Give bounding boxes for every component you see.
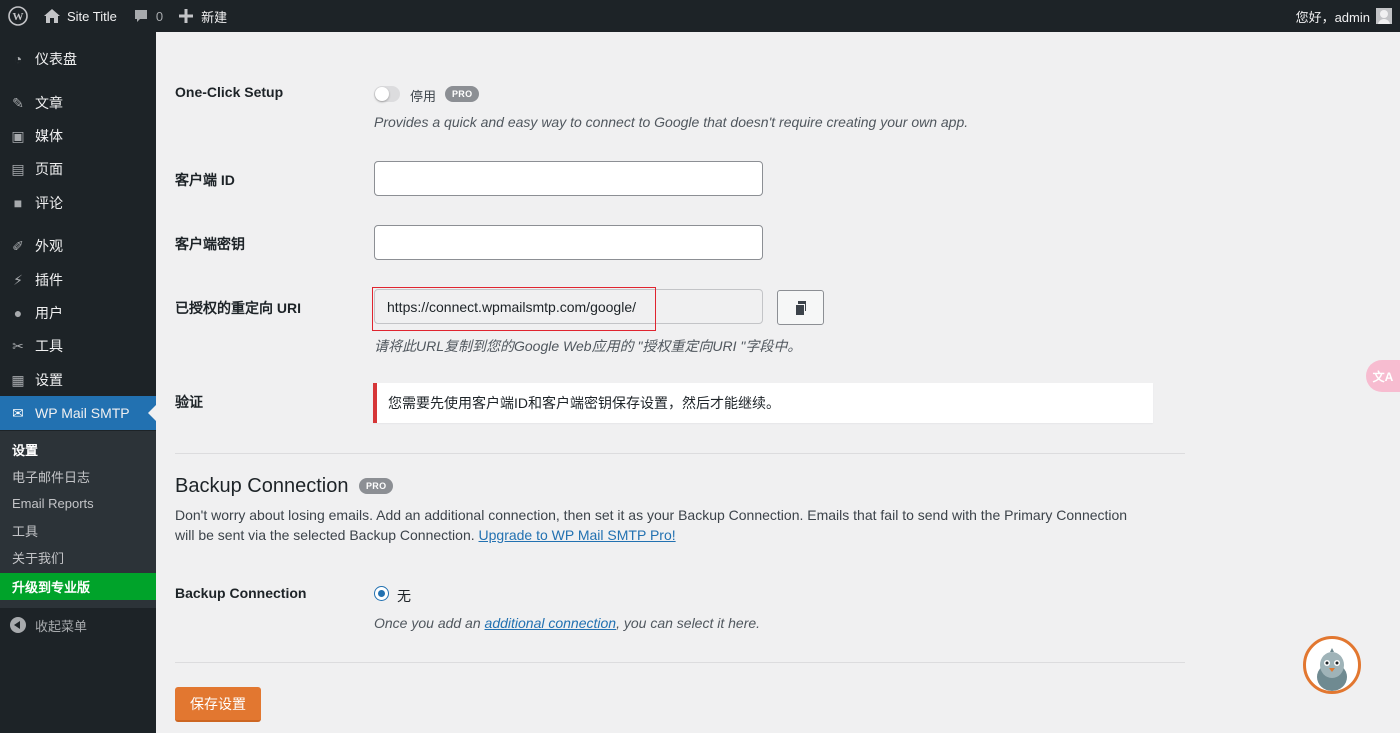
brush-icon: ✐: [12, 237, 24, 254]
wordpress-logo-icon[interactable]: W: [1, 0, 35, 32]
highlight-box: [372, 287, 656, 331]
save-settings-button[interactable]: 保存设置: [175, 687, 261, 722]
collapse-menu-button[interactable]: 收起菜单: [0, 610, 156, 640]
client-secret-input[interactable]: [374, 225, 763, 260]
mail-icon: ✉: [12, 404, 24, 421]
copy-uri-button[interactable]: [777, 290, 824, 325]
wrench-icon: ✂: [12, 337, 24, 354]
user-icon: ●: [13, 305, 23, 321]
submenu-settings[interactable]: 设置: [0, 436, 156, 463]
menu-label: 设置: [35, 372, 63, 388]
toggle-state-label: 停用: [410, 89, 437, 104]
home-icon: [44, 9, 60, 23]
menu-label: 页面: [35, 161, 63, 177]
backup-hint: Once you add an additional connection, y…: [374, 615, 760, 631]
menu-label: 仪表盘: [35, 51, 77, 67]
submenu-email-log[interactable]: 电子邮件日志: [0, 463, 156, 490]
settings-content: One-Click Setup 停用 PRO Provides a quick …: [156, 32, 1400, 733]
redirect-uri-description: 请将此URL复制到您的Google Web应用的 "授权重定向URI "字段中。: [374, 338, 802, 354]
site-title: Site Title: [67, 8, 117, 24]
backup-description-line2: will be sent via the selected Backup Con…: [175, 525, 1175, 545]
menu-wp-mail-smtp[interactable]: ✉ WP Mail SMTP: [0, 396, 156, 430]
plugin-icon: ⚡: [13, 271, 23, 288]
settings-icon: ▦: [11, 371, 25, 388]
redirect-uri-label: 已授权的重定向 URI: [175, 300, 301, 316]
menu-pages[interactable]: ▤ 页面: [0, 152, 156, 186]
menu-comments[interactable]: ■ 评论: [0, 186, 156, 220]
backup-section-title: Backup Connection: [175, 475, 349, 497]
section-divider: [175, 662, 1185, 663]
media-icon: ▣: [11, 127, 25, 144]
menu-label: 插件: [35, 272, 63, 288]
backup-description: Don't worry about losing emails. Add an …: [175, 505, 1175, 545]
backup-description-line1: Don't worry about losing emails. Add an …: [175, 507, 1128, 523]
backup-description-text: will be sent via the selected Backup Con…: [175, 527, 475, 543]
section-divider: [175, 453, 1185, 454]
submenu-upgrade-pro[interactable]: 升级到专业版: [0, 573, 156, 600]
site-title-link[interactable]: Site Title: [35, 0, 125, 32]
menu-posts[interactable]: ✎ 文章: [0, 86, 156, 120]
comment-bubble-icon: [134, 10, 147, 22]
one-click-setup-label: One-Click Setup: [175, 84, 284, 100]
menu-users[interactable]: ● 用户: [0, 296, 156, 330]
menu-label: 外观: [35, 238, 63, 254]
menu-plugins[interactable]: ⚡ 插件: [0, 263, 156, 297]
client-secret-label: 客户端密钥: [175, 236, 245, 252]
admin-sidebar: ◔ 仪表盘 ✎ 文章 ▣ 媒体 ▤ 页面 ■ 评论 ✐ 外观 ⚡ 插件 ● 用户…: [0, 32, 156, 733]
menu-media[interactable]: ▣ 媒体: [0, 119, 156, 153]
pin-icon: ✎: [12, 94, 24, 111]
backup-hint-suffix: , you can select it here.: [616, 615, 761, 631]
dashboard-icon: ◔: [13, 51, 23, 67]
client-id-label: 客户端 ID: [175, 172, 235, 188]
page-icon: ▤: [11, 160, 25, 177]
submenu-email-reports[interactable]: Email Reports: [0, 490, 156, 517]
additional-connection-link[interactable]: additional connection: [485, 615, 617, 631]
submenu-about-us[interactable]: 关于我们: [0, 544, 156, 571]
menu-tools[interactable]: ✂ 工具: [0, 329, 156, 363]
auth-error-notice: 您需要先使用客户端ID和客户端密钥保存设置，然后才能继续。: [373, 383, 1153, 423]
comments-link[interactable]: 0: [125, 0, 171, 32]
translate-icon[interactable]: 文A: [1366, 360, 1400, 392]
menu-label: WP Mail SMTP: [35, 405, 130, 421]
new-content-link[interactable]: 新建: [171, 0, 235, 32]
backup-hint-prefix: Once you add an: [374, 615, 481, 631]
my-account-link[interactable]: 您好，admin: [1288, 0, 1400, 32]
greeting: 您好，admin: [1295, 9, 1370, 25]
menu-label: 工具: [35, 338, 63, 354]
comment-icon: ■: [13, 195, 23, 211]
pigeon-mascot-icon[interactable]: [1303, 636, 1361, 694]
menu-label: 评论: [35, 195, 63, 211]
avatar: [1376, 8, 1392, 24]
menu-label: 文章: [35, 95, 63, 111]
admin-bar: W Site Title 0 新建 您好，admin: [0, 0, 1400, 32]
menu-label: 媒体: [35, 128, 63, 144]
menu-settings[interactable]: ▦ 设置: [0, 363, 156, 397]
backup-none-radio[interactable]: [374, 586, 389, 601]
one-click-description: Provides a quick and easy way to connect…: [374, 114, 969, 130]
auth-label: 验证: [175, 394, 203, 410]
svg-text:W: W: [13, 11, 24, 23]
one-click-setup-toggle[interactable]: [374, 86, 400, 102]
pro-badge: PRO: [445, 86, 480, 102]
copy-icon: [794, 301, 807, 316]
auth-notice-text: 您需要先使用客户端ID和客户端密钥保存设置，然后才能继续。: [388, 395, 780, 411]
submenu-tools[interactable]: 工具: [0, 517, 156, 544]
collapse-menu-label: 收起菜单: [35, 618, 88, 634]
collapse-arrow-icon: [10, 617, 26, 633]
comments-count: 0: [155, 8, 164, 24]
backup-pro-badge: PRO: [359, 478, 394, 494]
plus-icon: [179, 9, 194, 23]
menu-label: 用户: [35, 305, 63, 321]
menu-appearance[interactable]: ✐ 外观: [0, 229, 156, 263]
backup-connection-label: Backup Connection: [175, 585, 307, 601]
backup-none-label: 无: [397, 588, 411, 604]
upgrade-pro-link[interactable]: Upgrade to WP Mail SMTP Pro!: [479, 527, 676, 543]
client-id-input[interactable]: [374, 161, 763, 196]
menu-dashboard[interactable]: ◔ 仪表盘: [0, 42, 156, 76]
new-label: 新建: [201, 9, 228, 25]
wp-mail-smtp-submenu: 设置 电子邮件日志 Email Reports 工具 关于我们 升级到专业版: [0, 431, 156, 608]
